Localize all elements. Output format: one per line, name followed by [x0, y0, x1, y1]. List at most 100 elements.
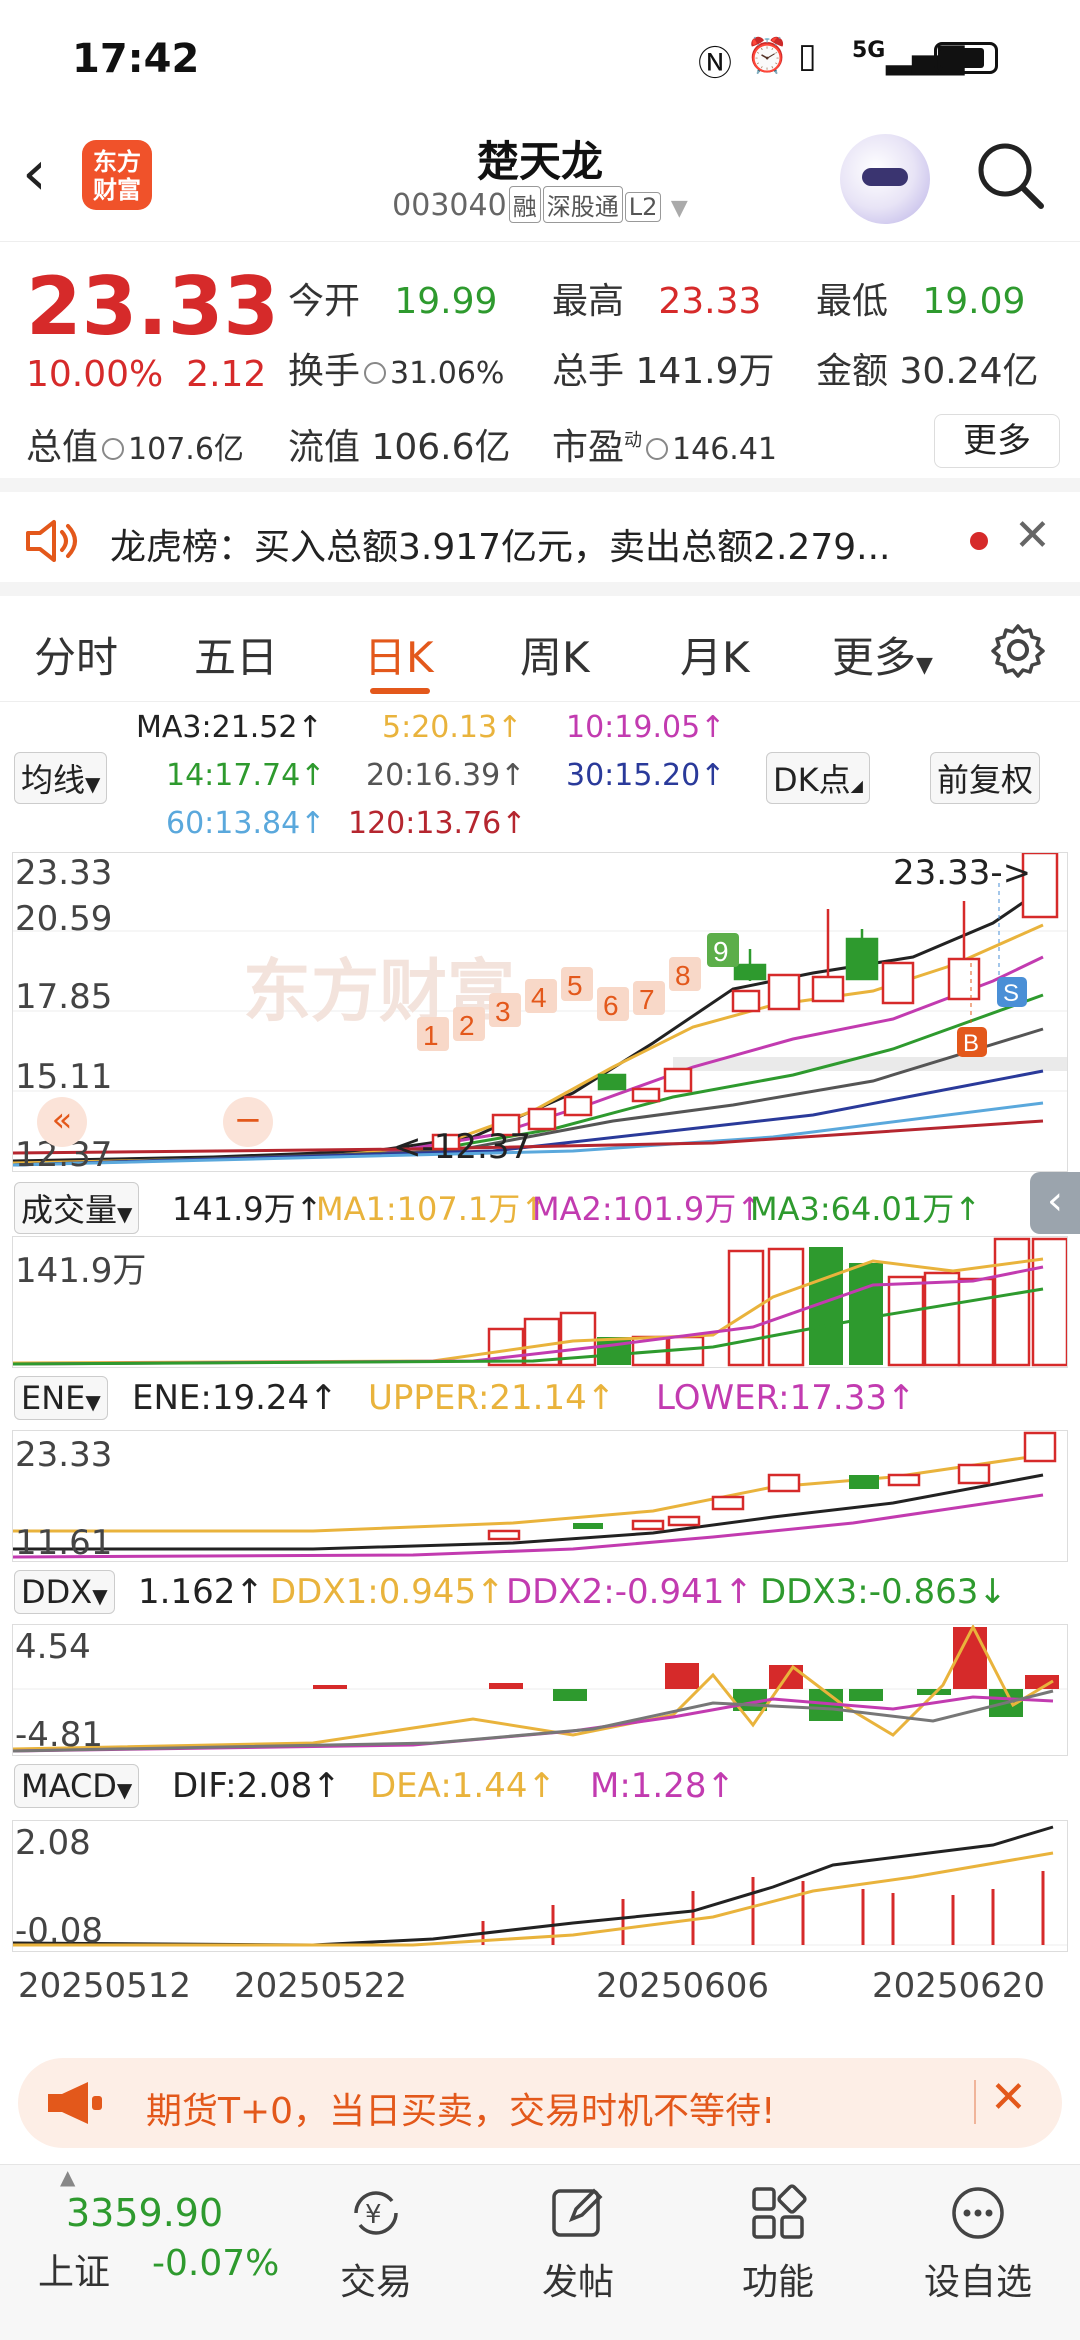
price-change: 10.00% 2.12 — [26, 354, 267, 395]
ma-select[interactable]: 均线▼ — [14, 752, 108, 804]
macd-dif: DIF:2.08↑ — [172, 1766, 341, 1806]
y-label-3: 17.85 — [15, 977, 113, 1017]
search-icon[interactable] — [975, 140, 1045, 210]
low-price: 最低 19.09 — [816, 281, 1026, 322]
index-change[interactable]: -0.07% — [152, 2243, 279, 2284]
period-tabs: 分时 五日 日K 周K 月K 更多▼ — [0, 596, 1080, 702]
kline-chart[interactable]: 东方财富 1 2 3 4 5 6 7 8 9 S B 23.33 20.59 1… — [12, 851, 1068, 1175]
status-time: 17:42 — [72, 36, 200, 82]
date-label-3: 20250606 — [596, 1966, 770, 2006]
tab-daily-k[interactable]: 日K — [364, 624, 434, 685]
marker-3: 3 — [495, 996, 511, 1027]
speaker-icon — [26, 520, 77, 562]
ene-top-label: 23.33 — [15, 1435, 113, 1475]
tag-margin: 融 — [508, 186, 541, 223]
volume-top-label: 141.9万 — [15, 1251, 147, 1291]
marker-4: 4 — [531, 982, 547, 1013]
settings-gear-icon[interactable] — [990, 622, 1046, 678]
ddx1-value: DDX1:0.945↑ — [270, 1572, 505, 1612]
date-label-4: 20250620 — [872, 1966, 1046, 2006]
info-icon — [102, 438, 125, 460]
ddx-select[interactable]: DDX▼ — [14, 1570, 115, 1614]
total-volume: 总手 141.9万 — [552, 351, 775, 392]
macd-dea: DEA:1.44↑ — [370, 1766, 556, 1806]
nav-add-watchlist[interactable]: 设自选 — [908, 2183, 1048, 2305]
ma30-value: 30:15.20↑ — [566, 758, 726, 793]
dragon-tiger-banner[interactable]: 龙虎榜：买入总额3.917亿元，卖出总额2.279... ✕ — [0, 492, 1080, 596]
ddx-top-label: 4.54 — [15, 1627, 91, 1667]
marker-7: 7 — [639, 984, 655, 1015]
volume-select[interactable]: 成交量▼ — [14, 1182, 140, 1234]
yen-cycle-icon: ¥ — [354, 2191, 398, 2235]
tag-l2: L2 — [624, 192, 662, 222]
volume-value: 141.9万↑ — [172, 1190, 323, 1228]
dk-point-select[interactable]: DK点◢ — [766, 752, 870, 804]
zoom-out-button[interactable]: − — [223, 1097, 273, 1147]
ene-value: ENE:19.24↑ — [132, 1378, 338, 1418]
more-dots-icon — [952, 2187, 1004, 2239]
ene-bottom-label: 11.61 — [15, 1523, 113, 1563]
index-value[interactable]: 3359.90 — [66, 2191, 223, 2235]
open-price: 今开 19.99 — [288, 281, 498, 322]
svg-text:¥: ¥ — [365, 2200, 382, 2230]
volume-ma1: MA1:107.1万↑ — [316, 1190, 548, 1228]
tab-intraday[interactable]: 分时 — [34, 624, 118, 685]
tab-monthly-k[interactable]: 月K — [680, 624, 750, 685]
nav-trade[interactable]: ¥ 交易 — [306, 2183, 446, 2305]
ma60-value: 60:13.84↑ — [166, 806, 326, 841]
nav-functions[interactable]: 功能 — [708, 2183, 848, 2305]
dragon-tiger-text: 龙虎榜：买入总额3.917亿元，卖出总额2.279... — [110, 527, 891, 568]
edit-icon — [552, 2188, 603, 2237]
ddx3-value: DDX3:-0.863↓ — [760, 1572, 1007, 1612]
collapse-panel-button[interactable]: ‹ — [1030, 1172, 1080, 1234]
promo-text: 期货T+0，当日买卖，交易时机不等待! — [146, 2091, 776, 2132]
svg-text:B: B — [963, 1030, 979, 1057]
vibrate-icon: ▯ — [798, 36, 817, 76]
date-label-1: 20250512 — [18, 1966, 192, 2006]
more-button[interactable]: 更多 — [934, 414, 1060, 468]
y-label-2: 20.59 — [15, 899, 113, 939]
macd-chart: 2.08 -0.08 — [12, 1820, 1068, 1952]
ene-select[interactable]: ENE▼ — [14, 1376, 108, 1420]
tab-five-day[interactable]: 五日 — [194, 624, 278, 685]
ma10-value: 10:19.05↑ — [566, 710, 726, 745]
stock-header: ‹ 东方 财富 楚天龙 003040 融深股通 L2 ▼ — [0, 118, 1080, 242]
promo-banner[interactable]: 期货T+0，当日买卖，交易时机不等待! ✕ — [18, 2058, 1062, 2148]
macd-m: M:1.28↑ — [590, 1766, 735, 1806]
ddx-chart: 4.54 -4.81 — [12, 1623, 1068, 1756]
network-label: 5G — [852, 38, 886, 63]
low-note: <-12.37 — [393, 1127, 532, 1167]
ene-lower: LOWER:17.33↑ — [656, 1378, 916, 1418]
pe-ratio: 市盈动 146.41 — [552, 427, 777, 468]
stock-code: 003040 — [392, 188, 507, 223]
marker-6: 6 — [603, 990, 619, 1021]
y-label-4: 15.11 — [15, 1057, 113, 1097]
ma14-value: 14:17.74↑ — [166, 758, 326, 793]
ddx2-value: DDX2:-0.941↑ — [506, 1572, 753, 1612]
marker-9: 9 — [713, 936, 729, 967]
tab-weekly-k[interactable]: 周K — [520, 624, 590, 685]
marker-5: 5 — [567, 970, 583, 1001]
scroll-left-button[interactable]: « — [37, 1097, 87, 1147]
ddx-bottom-label: -4.81 — [15, 1715, 103, 1755]
adjust-select[interactable]: 前复权 — [930, 752, 1041, 804]
ma120-value: 120:13.76↑ — [348, 806, 527, 841]
volume-ma2: MA2:101.9万↑ — [532, 1190, 764, 1228]
macd-top-label: 2.08 — [15, 1823, 91, 1863]
robot-assistant-icon[interactable] — [840, 134, 930, 224]
macd-bottom-label: -0.08 — [15, 1911, 103, 1951]
macd-select[interactable]: MACD▼ — [14, 1764, 140, 1808]
nfc-icon: Ⓝ — [698, 44, 732, 84]
tag-shenzhen-connect: 深股通 — [542, 186, 623, 223]
unread-dot — [970, 532, 988, 550]
nav-post[interactable]: 发帖 — [508, 2183, 648, 2305]
tab-more[interactable]: 更多▼ — [832, 624, 933, 685]
close-icon[interactable]: ✕ — [1014, 510, 1051, 561]
close-icon[interactable]: ✕ — [990, 2072, 1027, 2123]
active-tab-indicator — [370, 688, 430, 694]
bottom-bar: ▲ 3359.90 上证 -0.07% ¥ 交易 发帖 功能 设自选 — [0, 2164, 1080, 2340]
ma5-value: 5:20.13↑ — [382, 710, 523, 745]
index-name[interactable]: 上证 — [38, 2243, 110, 2295]
svg-text:S: S — [1003, 980, 1019, 1007]
ma20-value: 20:16.39↑ — [366, 758, 526, 793]
